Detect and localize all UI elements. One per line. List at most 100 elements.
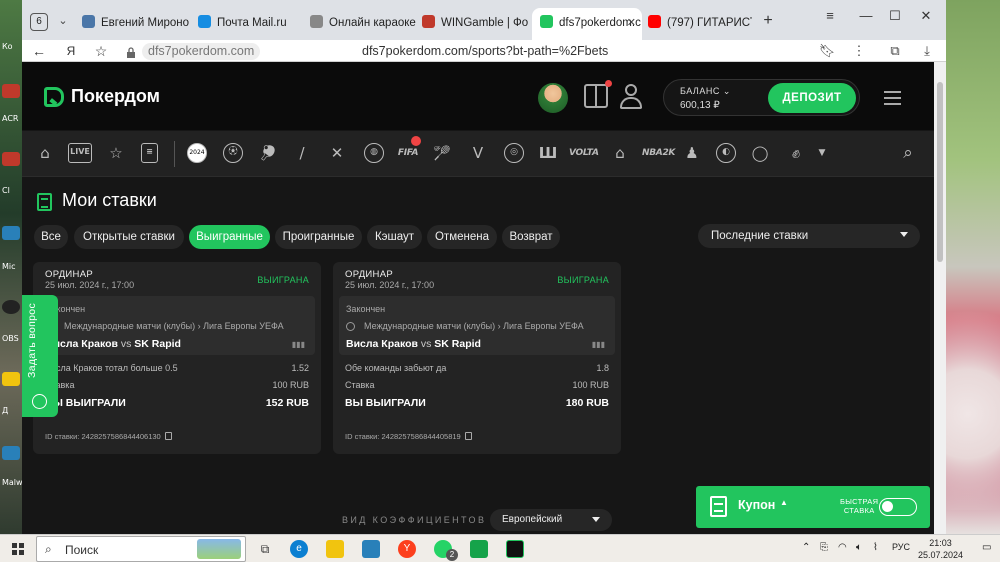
fast-bet-toggle[interactable] [879,498,917,516]
chevron-down-icon[interactable]: ▼ [812,143,832,163]
edge-icon[interactable]: e [290,540,308,558]
tab-youtube[interactable]: (797) ГИТАРИСТ [648,10,752,36]
app-icon[interactable] [470,540,488,558]
yandex-browser-icon[interactable]: Y [398,540,416,558]
tab-count-button[interactable]: 6 [30,13,48,31]
malwarebytes-icon[interactable] [2,446,20,460]
windows-start-icon[interactable] [12,543,24,555]
pokerdom-logo-icon[interactable] [44,87,64,107]
tab-vk[interactable]: Евгений Мироно [82,10,194,36]
microsoft-edge-icon[interactable] [2,226,20,240]
filter-won[interactable]: Выигранные [189,225,270,249]
nfl-icon[interactable]: Ш [538,143,558,163]
home-icon[interactable]: ⌂ [35,143,55,163]
brand-logo[interactable]: Покердом [71,86,160,107]
address-domain[interactable]: dfs7pokerdom.com [142,43,261,60]
bets-icon[interactable]: ≡ [141,143,158,163]
filter-refund[interactable]: Возврат [502,225,560,249]
tab-mail[interactable]: Почта Mail.ru [198,10,306,36]
notifications-icon[interactable]: ▭ [982,542,991,553]
desktop-label[interactable]: Cl [2,186,10,195]
soccer-icon[interactable]: ⚽︎ [223,143,243,163]
scrollbar[interactable] [934,62,946,534]
filter-lost[interactable]: Проигранные [275,225,362,249]
lock-icon[interactable] [126,45,136,58]
minimize-button[interactable]: — [856,8,876,23]
chevron-up-icon[interactable]: ⌃ [802,542,810,553]
tab-pokerdom[interactable]: dfs7pokerdom.c ✕ [532,8,642,40]
deposit-button[interactable]: ДЕПОЗИТ [768,83,856,113]
fifa-icon[interactable]: FIFA [394,143,422,163]
event-box[interactable]: Закончен Международные матчи (клубы) › Л… [39,296,315,355]
chevron-down-icon[interactable]: ⌄ [54,12,72,30]
back-button[interactable]: ← [30,42,48,60]
event-box[interactable]: Закончен Международные матчи (клубы) › Л… [339,296,615,355]
euro-2024-icon[interactable]: 2024 [187,143,207,163]
address-url[interactable]: dfs7pokerdom.com/sports?bt-path=%2Fbets [362,43,608,60]
tab-wingamble[interactable]: WINGamble | Фор [422,10,528,36]
store-icon[interactable] [362,540,380,558]
download-icon[interactable]: ⤓ [918,42,936,60]
ask-question-tab[interactable]: Задать вопрос [22,295,58,417]
scrollbar-thumb[interactable] [937,82,943,262]
coupon-panel[interactable]: Купон ▲ БЫСТРАЯ СТАВКА [696,486,930,528]
star-bookmark-icon[interactable]: ☆ [92,42,110,60]
star-icon[interactable]: ☆ [106,143,126,163]
clock[interactable]: 21:03 25.07.2024 [918,537,963,561]
camera-icon[interactable]: ⎘ [820,542,828,553]
user-icon[interactable] [620,84,642,110]
taskbar-search[interactable]: ⌕ Поиск [36,536,246,562]
wifi-icon[interactable]: ◠ [838,542,847,553]
search-icon[interactable]: ⌕ [898,143,918,163]
sort-select[interactable]: Последние ставки [698,224,920,248]
desktop-label[interactable]: ACR [2,114,18,123]
pingpong-icon[interactable]: ◯ [750,143,770,163]
collections-icon[interactable]: ⧉ [886,42,904,60]
pokerdom-taskbar-icon[interactable] [506,540,524,558]
copy-icon[interactable] [464,432,472,440]
tab-menu-icon[interactable]: ≡ [820,8,840,23]
acr-app-icon[interactable] [2,84,20,98]
desktop-label[interactable]: OBS [2,334,19,343]
tennis-icon[interactable]: 🏓︎ [258,143,278,163]
filter-open[interactable]: Открытые ставки [74,225,184,249]
cl-app-icon[interactable] [2,152,20,166]
bet-card[interactable]: ОРДИНАР 25 июл. 2024 г., 17:00 ВЫИГРАНА … [33,262,321,454]
volta-icon[interactable]: VOLTA [569,143,599,163]
tab-karaoke[interactable]: Онлайн караоке н [310,10,418,36]
desktop-label[interactable]: Mic [2,262,16,271]
filter-all[interactable]: Все [34,225,68,249]
copy-icon[interactable] [164,432,172,440]
bookmark-icon[interactable]: 🔖︎ [818,42,836,60]
stats-icon[interactable]: ▮▮▮ [592,340,605,349]
filter-cancelled[interactable]: Отменена [427,225,497,249]
valorant-icon[interactable]: V [468,143,488,163]
cricket-icon[interactable]: ◐ [716,143,736,163]
close-window-button[interactable]: ✕ [916,8,936,24]
hamburger-menu-icon[interactable] [884,91,901,105]
volleyball-icon[interactable]: ◎ [504,143,524,163]
desktop-label[interactable]: Д [2,406,8,415]
boxing-icon[interactable]: ✊︎ [786,143,806,163]
stats-icon[interactable]: ▮▮▮ [292,340,305,349]
odds-format-select[interactable]: Европейский [490,509,612,531]
basketball2-icon[interactable]: ◍ [364,143,384,163]
desktop-label[interactable]: Ко [2,42,13,51]
gift-icon[interactable] [584,80,612,108]
network-icon[interactable]: ⌇ [873,542,878,553]
filter-cashout[interactable]: Кэшаут [367,225,422,249]
house-icon[interactable]: ⌂ [610,143,630,163]
close-tab-icon[interactable]: ✕ [627,8,636,38]
maximize-button[interactable]: ☐ [885,8,905,24]
more-icon[interactable]: ⋮ [850,42,868,60]
folder-icon[interactable] [2,372,20,386]
cs-icon[interactable]: ♟︎ [682,143,702,163]
avatar[interactable] [538,83,568,113]
bet-card[interactable]: ОРДИНАР 25 июл. 2024 г., 17:00 ВЫИГРАНА … [333,262,621,454]
basketball-icon[interactable]: ✕ [327,143,347,163]
yandex-icon[interactable]: Я [62,42,80,60]
task-view-icon[interactable]: ⧉ [256,540,274,558]
hockey-icon[interactable]: / [292,143,312,163]
obs-icon[interactable] [2,300,20,314]
file-explorer-icon[interactable] [326,540,344,558]
